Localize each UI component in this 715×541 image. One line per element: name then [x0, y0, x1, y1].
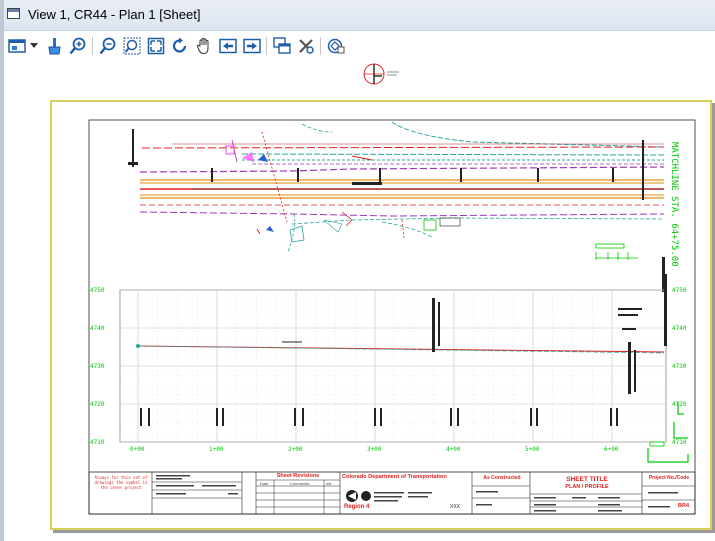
matchline-label: MATCHLINE STA. 64+75.00 [669, 142, 679, 267]
elevation-label-left: 4730 [90, 363, 105, 370]
revisions-col-init: Init. [326, 481, 333, 486]
arrow-right-icon [243, 38, 261, 54]
window-icon [7, 8, 20, 19]
station-label: 2+00 [288, 446, 303, 453]
pan-hand-icon [196, 37, 209, 55]
tools-icon [299, 39, 314, 54]
station-label: 1+00 [209, 446, 224, 453]
station-label: 0+00 [130, 446, 145, 453]
station-label: 3+00 [367, 446, 382, 453]
cdot-logo-icon [346, 490, 371, 502]
plan-view: MATCHLINE STA. 64+75.00 [128, 121, 679, 292]
xxx-label: XXX [450, 504, 461, 510]
chevron-down-icon [30, 43, 38, 48]
previous-view-button[interactable] [218, 36, 238, 56]
profile-view: 4750 4750 4740 4740 4730 4730 4720 4720 4710 4710… [90, 274, 689, 463]
arrow-left-icon [219, 38, 237, 54]
view-window: View 1, CR44 - Plan 1 [Sheet] MATCHLINE … [0, 0, 715, 541]
view-tools-button[interactable] [296, 36, 316, 56]
rotate-view-button[interactable] [170, 36, 190, 56]
sheet-title: SHEET TITLE [566, 476, 608, 483]
sheet-number: BR4 [678, 503, 690, 509]
elevation-label-right: 4720 [672, 401, 687, 408]
view-attributes-dropdown[interactable] [28, 36, 40, 56]
elevation-label-left: 4750 [90, 287, 105, 294]
elevation-label-left: 4740 [90, 325, 105, 332]
zoom-in-button[interactable] [68, 36, 88, 56]
elevation-label-left: 4720 [90, 401, 105, 408]
elevation-label-left: 4710 [90, 439, 105, 446]
window-titlebar[interactable]: View 1, CR44 - Plan 1 [Sheet] [0, 0, 715, 31]
window-title: View 1, CR44 - Plan 1 [Sheet] [28, 7, 201, 22]
zoom-in-icon [69, 37, 86, 55]
elevation-label-right: 4730 [672, 363, 687, 370]
view-attributes-button[interactable] [6, 36, 30, 56]
as-constructed-label: As Constructed [483, 475, 521, 481]
sheet-subtitle: PLAN / PROFILE [565, 484, 609, 490]
camera-icon [327, 38, 345, 54]
station-label: 6+00 [604, 446, 619, 453]
window-area-button[interactable] [122, 36, 142, 56]
toolbar-separator [320, 37, 321, 55]
agency-name: Colorado Department of Transportation [342, 474, 447, 480]
zoom-out-button[interactable] [98, 36, 118, 56]
pan-view-button[interactable] [194, 36, 214, 56]
elevation-label-right: 4740 [672, 325, 687, 332]
rotate-icon [172, 37, 187, 53]
next-view-button[interactable] [242, 36, 262, 56]
fit-view-icon [147, 37, 165, 55]
zoom-out-icon [99, 37, 116, 55]
station-label: 4+00 [446, 446, 461, 453]
brush-icon [48, 38, 61, 55]
camera-button[interactable] [326, 36, 346, 56]
toolbar-separator [92, 37, 93, 55]
window-area-icon [123, 37, 141, 55]
north-arrow-icon [363, 63, 399, 85]
elevation-label-right: 4750 [672, 287, 687, 294]
revisions-col-date: Date [260, 481, 269, 486]
title-block-note: Always for this set of drawings the symb… [94, 475, 148, 490]
copy-view-button[interactable] [272, 36, 292, 56]
revisions-header: Date Comments Init. [258, 481, 342, 487]
view-toolbar [0, 31, 715, 61]
revisions-title: Sheet Revisions [276, 473, 320, 479]
copy-view-icon [273, 37, 291, 54]
station-label: 5+00 [525, 446, 540, 453]
sheet-drawing: MATCHLINE STA. 64+75.00 4750 47504740 47… [88, 119, 696, 515]
fit-view-button[interactable] [146, 36, 166, 56]
toolbar-separator [266, 37, 267, 55]
left-border [0, 0, 4, 541]
region-label: Region 4 [344, 504, 370, 510]
drawing-sheet[interactable]: MATCHLINE STA. 64+75.00 4750 4750 4740 4… [50, 100, 712, 530]
update-view-button[interactable] [44, 36, 64, 56]
revisions-col-comments: Comments [290, 481, 310, 486]
project-label: Project No./Code [648, 475, 690, 481]
elevation-label-right: 4710 [672, 439, 687, 446]
view-attributes-icon [8, 39, 26, 53]
